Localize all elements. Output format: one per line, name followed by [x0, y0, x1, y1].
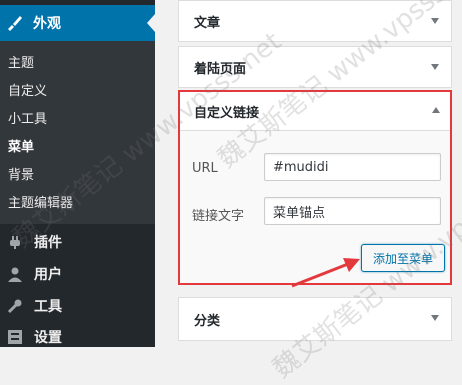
url-label: URL [192, 161, 218, 176]
paintbrush-icon [6, 14, 24, 32]
menu-users[interactable]: 用户 [0, 259, 155, 289]
submenu-background[interactable]: 背景 [8, 164, 34, 183]
custom-link-title: 自定义链接 [194, 105, 260, 121]
section-landing-title: 着陆页面 [194, 61, 247, 77]
menu-tools-label: 工具 [34, 299, 62, 315]
admin-sidebar: 外观 主题 自定义 小工具 菜单 背景 主题编辑器 插件 用户 工具 设置 [0, 0, 155, 347]
submenu-customize[interactable]: 自定义 [8, 80, 47, 99]
wrench-icon [6, 297, 24, 315]
custom-link-section: 自定义链接 URL 链接文字 添加至菜单 [178, 90, 452, 285]
user-icon [6, 265, 24, 283]
section-categories[interactable]: 分类 [178, 297, 452, 341]
settings-icon [6, 328, 24, 346]
add-to-menu-button[interactable]: 添加至菜单 [361, 244, 445, 272]
submenu-theme-editor[interactable]: 主题编辑器 [8, 192, 73, 211]
menu-settings-label: 设置 [34, 330, 62, 346]
submenu-widgets[interactable]: 小工具 [8, 108, 47, 127]
link-text-label: 链接文字 [192, 209, 245, 224]
section-posts-title: 文章 [194, 15, 221, 31]
menu-plugins-label: 插件 [34, 235, 62, 251]
link-text-input[interactable] [264, 197, 441, 225]
chevron-down-icon [431, 18, 439, 24]
url-input[interactable] [264, 153, 441, 181]
menu-items-accordion: 文章 着陆页面 自定义链接 URL 链接文字 添加至菜单 分类 [178, 0, 452, 347]
appearance-submenu: 主题 自定义 小工具 菜单 背景 主题编辑器 [0, 41, 155, 224]
menu-tools[interactable]: 工具 [0, 291, 155, 321]
chevron-down-icon [431, 315, 439, 321]
menu-appearance[interactable]: 外观 [0, 5, 155, 41]
custom-link-header[interactable]: 自定义链接 [180, 92, 450, 131]
menu-settings[interactable]: 设置 [0, 322, 155, 352]
submenu-menus[interactable]: 菜单 [8, 136, 34, 155]
active-notch [147, 14, 155, 32]
section-landing-pages[interactable]: 着陆页面 [178, 46, 452, 88]
menu-plugins[interactable]: 插件 [0, 227, 155, 257]
chevron-down-icon [431, 64, 439, 70]
menu-users-label: 用户 [34, 267, 62, 283]
plugin-icon [6, 233, 24, 251]
section-categories-title: 分类 [194, 313, 221, 329]
menu-appearance-label: 外观 [33, 16, 61, 32]
submenu-themes[interactable]: 主题 [8, 52, 34, 71]
chevron-up-icon [432, 107, 440, 113]
section-posts[interactable]: 文章 [178, 0, 452, 42]
custom-link-body: URL 链接文字 添加至菜单 [180, 131, 450, 283]
